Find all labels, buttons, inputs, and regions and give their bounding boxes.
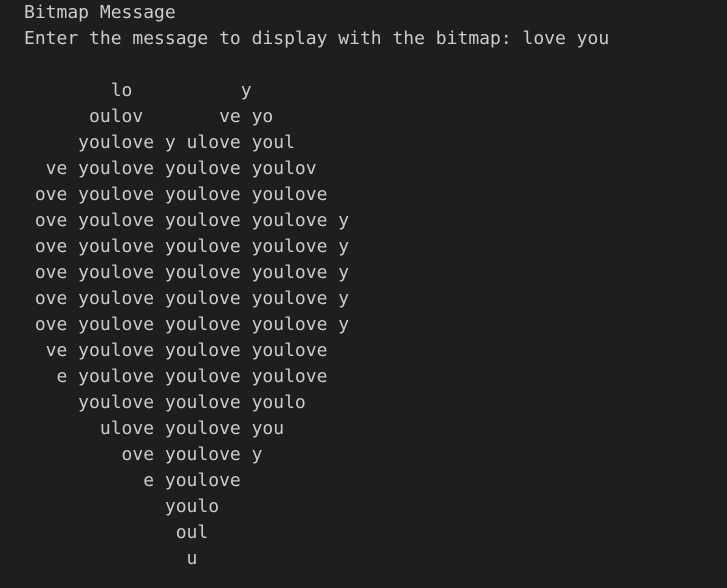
bitmap-line: oulov ve yo: [24, 106, 274, 127]
bitmap-line: youlove y ulove youl: [24, 132, 295, 153]
terminal-output: Bitmap Message Enter the message to disp…: [24, 0, 719, 588]
bitmap-line: ove youlove youlove youlove y: [24, 236, 350, 257]
prompt-text: Enter the message to display with the bi…: [24, 28, 523, 49]
bitmap-line: e youlove youlove youlove: [24, 366, 328, 387]
program-title: Bitmap Message: [24, 2, 176, 23]
bitmap-line: ove youlove youlove youlove y: [24, 262, 350, 283]
bitmap-line: youlo: [24, 496, 220, 517]
bitmap-line: oul: [24, 522, 209, 543]
bitmap-line: e youlove: [24, 470, 241, 491]
user-input-text: love you: [522, 28, 610, 49]
bitmap-line: ve youlove youlove youlov: [24, 158, 317, 179]
bitmap-line: ove youlove youlove youlove y: [24, 314, 350, 335]
bitmap-line: ulove youlove you: [24, 418, 285, 439]
bitmap-line: lo y: [24, 80, 252, 101]
bitmap-line: ove youlove youlove youlove: [24, 184, 328, 205]
bitmap-line: youlove youlove youlo: [24, 392, 306, 413]
input-prompt-line: Enter the message to display with the bi…: [24, 26, 719, 52]
bitmap-line: u: [24, 548, 198, 569]
bitmap-line: ove youlove y: [24, 444, 263, 465]
bitmap-line: ove youlove youlove youlove y: [24, 288, 350, 309]
bitmap-line: ve youlove youlove youlove: [24, 340, 328, 361]
bitmap-line: ove youlove youlove youlove y: [24, 210, 350, 231]
bitmap-art: lo y oulov ve yo youlove y ulove youl ve…: [24, 78, 719, 572]
